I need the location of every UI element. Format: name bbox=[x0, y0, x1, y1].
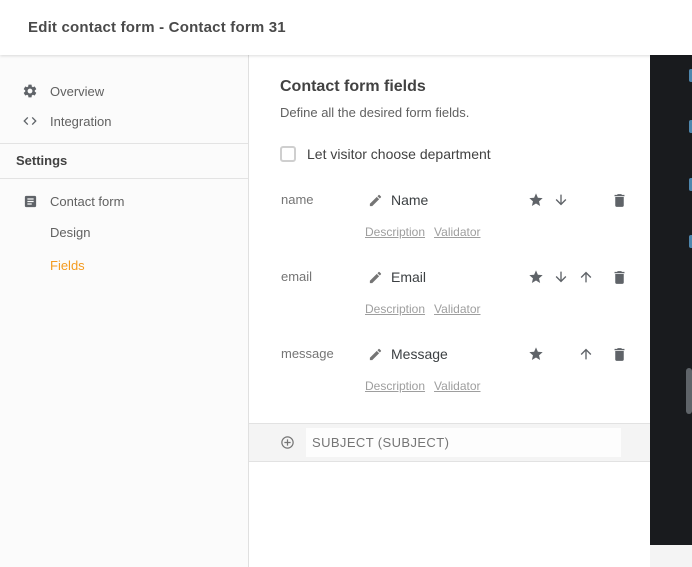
edit-field-name[interactable]: Name bbox=[367, 188, 428, 212]
field-key-label: message bbox=[281, 346, 334, 361]
dialog-title: Edit contact form - Contact form 31 bbox=[28, 19, 286, 36]
background-dark-panel bbox=[650, 55, 692, 545]
field-links: Description Validator bbox=[365, 378, 490, 394]
sidebar-item-label: Contact form bbox=[50, 193, 125, 209]
description-link[interactable]: Description bbox=[365, 379, 425, 393]
add-field-row[interactable]: SUBJECT (SUBJECT) bbox=[249, 423, 650, 462]
field-key-label: name bbox=[281, 192, 314, 207]
validator-link[interactable]: Validator bbox=[434, 225, 480, 239]
department-checkbox-label: Let visitor choose department bbox=[307, 146, 491, 162]
sidebar-item-label: Fields bbox=[50, 257, 85, 273]
field-actions bbox=[527, 342, 628, 366]
arrow-up-icon[interactable] bbox=[577, 345, 595, 363]
department-checkbox-row[interactable]: Let visitor choose department bbox=[280, 145, 491, 163]
field-row-email: email Email Description Validator bbox=[249, 265, 650, 335]
validator-link[interactable]: Validator bbox=[434, 379, 480, 393]
divider bbox=[0, 178, 248, 179]
pencil-icon bbox=[367, 192, 383, 208]
sidebar-item-integration[interactable]: Integration bbox=[0, 109, 248, 133]
add-field-label: SUBJECT (SUBJECT) bbox=[312, 435, 450, 450]
field-display-name: Email bbox=[391, 269, 427, 285]
field-links: Description Validator bbox=[365, 224, 490, 240]
sidebar-item-design[interactable]: Design bbox=[0, 220, 248, 244]
field-display-name: Message bbox=[391, 346, 448, 362]
sidebar-item-label: Design bbox=[50, 224, 91, 240]
pencil-icon bbox=[367, 269, 383, 285]
sidebar-item-label: Overview bbox=[50, 83, 105, 99]
sidebar-item-fields[interactable]: Fields bbox=[0, 253, 248, 277]
code-icon bbox=[22, 113, 38, 129]
sidebar-item-label: Integration bbox=[50, 113, 112, 129]
edit-field-name[interactable]: Message bbox=[367, 342, 448, 366]
validator-link[interactable]: Validator bbox=[434, 302, 480, 316]
field-actions bbox=[527, 188, 628, 212]
arrow-down-icon[interactable] bbox=[552, 191, 570, 209]
divider bbox=[0, 143, 248, 144]
dialog-header: Edit contact form - Contact form 31 bbox=[0, 0, 692, 55]
empty-slot bbox=[577, 191, 595, 209]
page-background bbox=[650, 545, 692, 567]
gear-icon bbox=[22, 83, 38, 99]
edit-field-name[interactable]: Email bbox=[367, 265, 426, 289]
field-main-line: message Message bbox=[249, 342, 650, 366]
arrow-down-icon[interactable] bbox=[552, 268, 570, 286]
field-main-line: name Name bbox=[249, 188, 650, 212]
pencil-icon bbox=[367, 346, 383, 362]
field-row-message: message Message Description Validator bbox=[249, 342, 650, 412]
department-checkbox[interactable] bbox=[280, 146, 296, 162]
sidebar-section-settings: Settings bbox=[16, 153, 68, 168]
field-actions bbox=[527, 265, 628, 289]
sidebar-item-overview[interactable]: Overview bbox=[0, 79, 248, 103]
add-circle-icon[interactable] bbox=[280, 435, 295, 450]
field-main-line: email Email bbox=[249, 265, 650, 289]
page-subtitle: Define all the desired form fields. bbox=[280, 105, 470, 120]
page-title: Contact form fields bbox=[280, 78, 426, 95]
scrollbar-thumb[interactable] bbox=[686, 368, 692, 414]
trash-icon[interactable] bbox=[610, 191, 628, 209]
contact-form-fields-panel: Contact form fields Define all the desir… bbox=[249, 55, 650, 567]
empty-slot bbox=[552, 345, 570, 363]
edit-contact-form-dialog: Edit contact form - Contact form 31 Over… bbox=[0, 0, 692, 567]
trash-icon[interactable] bbox=[610, 268, 628, 286]
star-icon[interactable] bbox=[527, 268, 545, 286]
form-icon bbox=[22, 193, 38, 209]
description-link[interactable]: Description bbox=[365, 302, 425, 316]
trash-icon[interactable] bbox=[610, 345, 628, 363]
field-key-label: email bbox=[281, 269, 313, 284]
field-display-name: Name bbox=[391, 192, 429, 208]
description-link[interactable]: Description bbox=[365, 225, 425, 239]
field-links: Description Validator bbox=[365, 301, 490, 317]
field-row-name: name Name Description Validator bbox=[249, 188, 650, 258]
star-icon[interactable] bbox=[527, 191, 545, 209]
sidebar: Overview Integration Settings Contact for… bbox=[0, 55, 249, 567]
sidebar-item-contact-form[interactable]: Contact form bbox=[0, 189, 248, 213]
star-icon[interactable] bbox=[527, 345, 545, 363]
arrow-up-icon[interactable] bbox=[577, 268, 595, 286]
